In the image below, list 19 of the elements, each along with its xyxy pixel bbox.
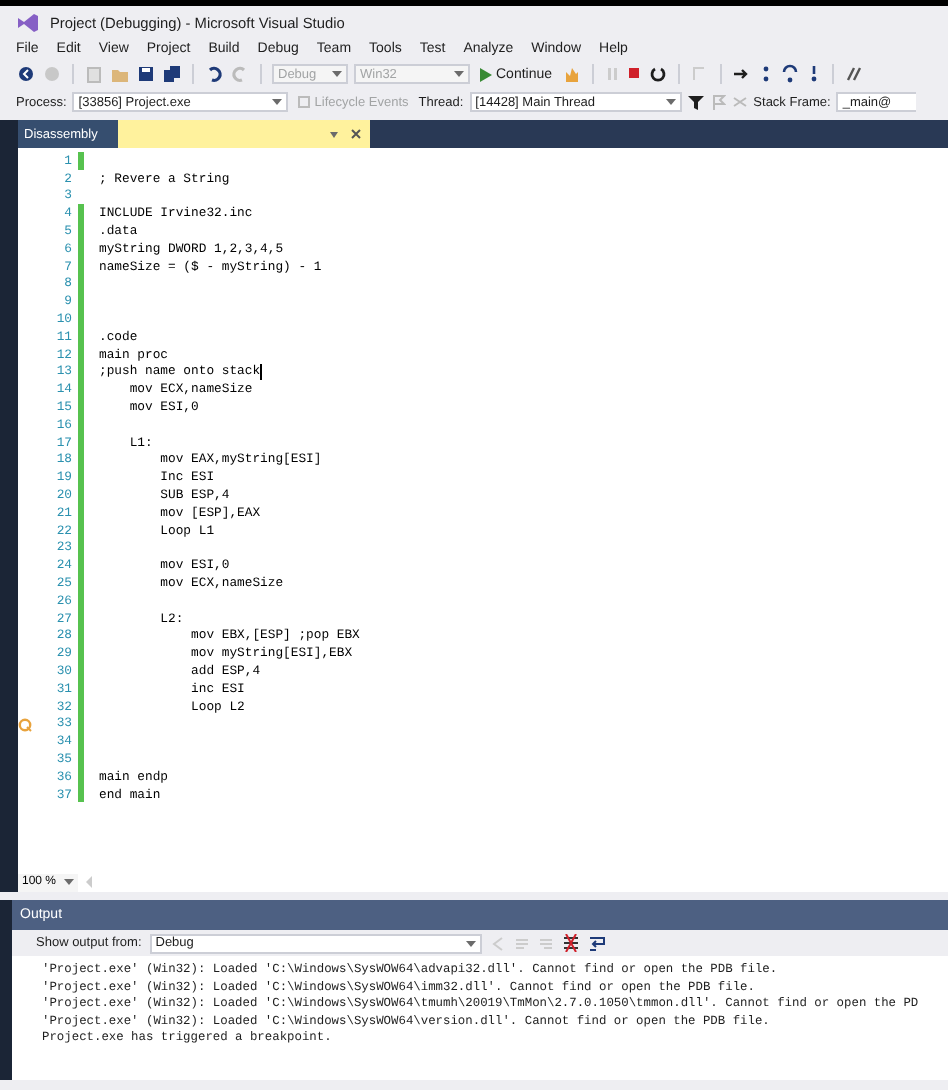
stop-icon[interactable] xyxy=(626,64,643,84)
save-all-icon[interactable] xyxy=(162,64,182,84)
step-over-icon[interactable] xyxy=(780,64,801,84)
app-logo-icon xyxy=(16,12,38,32)
close-icon[interactable] xyxy=(349,128,362,140)
play-icon xyxy=(480,67,492,81)
dropdown-arrow-icon[interactable] xyxy=(64,878,75,886)
clear-all-icon[interactable] xyxy=(561,934,580,952)
step-arrow-icon[interactable] xyxy=(732,64,753,84)
filter-icon[interactable] xyxy=(687,94,704,110)
save-icon[interactable] xyxy=(136,64,156,84)
dropdown-arrow-icon[interactable] xyxy=(327,128,340,140)
dropdown-arrow-icon[interactable] xyxy=(272,98,283,106)
back-icon[interactable] xyxy=(16,64,36,84)
dropdown-arrow-icon[interactable] xyxy=(465,939,476,947)
dropdown-arrow-icon[interactable] xyxy=(665,98,676,106)
word-wrap-icon[interactable] xyxy=(587,934,606,952)
restart-icon[interactable] xyxy=(648,64,669,84)
undo-icon[interactable] xyxy=(204,64,224,84)
